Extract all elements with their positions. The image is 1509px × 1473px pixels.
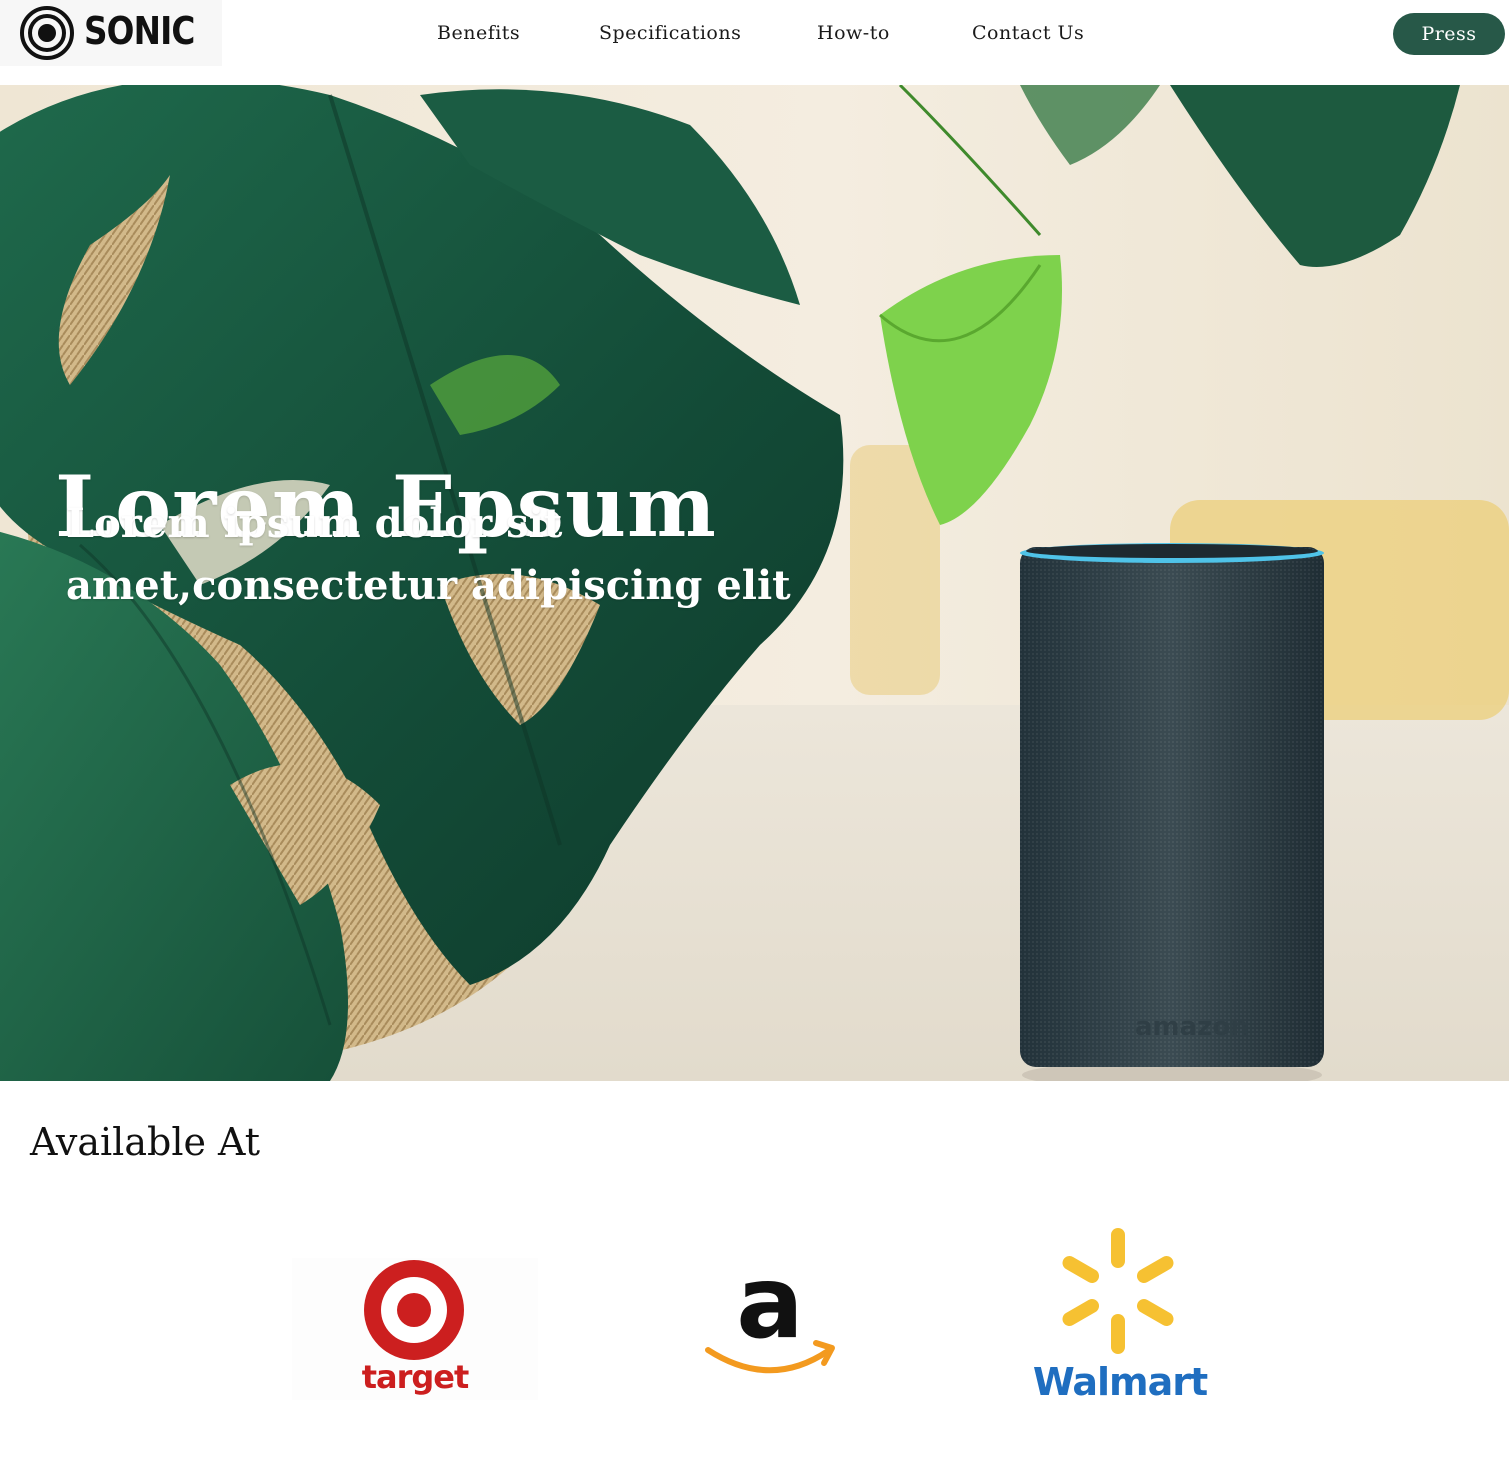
nav-how-to[interactable]: How-to xyxy=(817,22,890,44)
walmart-spark-icon xyxy=(1062,1228,1174,1354)
press-button[interactable]: Press xyxy=(1393,13,1505,55)
nav-benefits[interactable]: Benefits xyxy=(437,22,520,44)
brand-name: SONIC xyxy=(84,9,195,53)
target-logo-text: target xyxy=(361,1358,470,1396)
walmart-logo-text: Walmart xyxy=(1032,1360,1208,1404)
svg-text:amazon: amazon xyxy=(1135,1012,1249,1042)
hero-banner: amazon Lorem Epsum Lorem ipsum dolor sit… xyxy=(0,85,1509,1081)
brand-logo[interactable]: SONIC xyxy=(0,0,222,66)
hero-subtitle: Lorem ipsum dolor sit amet,consectetur a… xyxy=(66,500,791,609)
nav-contact-us[interactable]: Contact Us xyxy=(972,22,1084,44)
site-header: SONIC Benefits Specifications How-to Con… xyxy=(0,0,1509,84)
retailer-target[interactable]: target xyxy=(292,1258,538,1400)
amazon-a-icon: a xyxy=(705,1244,835,1374)
target-bullseye-icon xyxy=(364,1260,464,1360)
sonic-logo-icon xyxy=(20,6,74,60)
svg-text:a: a xyxy=(736,1255,803,1361)
retailer-amazon[interactable]: a xyxy=(700,1244,840,1380)
nav-specifications[interactable]: Specifications xyxy=(599,22,741,44)
retailer-walmart[interactable]: Walmart xyxy=(1030,1226,1210,1406)
available-at-heading: Available At xyxy=(30,1120,261,1164)
